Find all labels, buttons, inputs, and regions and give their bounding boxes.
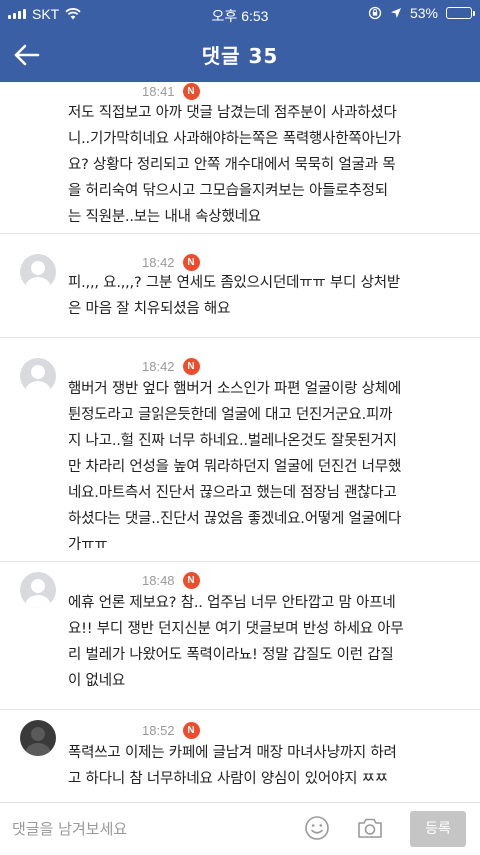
comment-body: 에휴 언론 제보요? 참.. 업주님 너무 안타깝고 맘 아프네 요!! 부디 … [68, 590, 464, 694]
new-badge: N [182, 83, 200, 100]
comment-line: 에휴 언론 제보요? 참.. 업주님 너무 안타깝고 맘 아프네 [68, 595, 396, 611]
comment-meta: 18:48 N [142, 572, 200, 589]
submit-button[interactable]: 등록 [410, 811, 466, 847]
comment-item: 18:42 N 햄버거 쟁반 엎다 햄버거 소스인가 파편 얼굴이랑 상체에 튄… [0, 338, 480, 562]
comment-line: 저도 직접보고 아까 댓글 남겼는데 점주분이 사과하셨다 [68, 105, 397, 121]
comment-body: 햄버거 쟁반 엎다 햄버거 소스인가 파편 얼굴이랑 상체에 튄정도라고 글읽은… [68, 376, 464, 558]
comment-line: 이 없네요 [68, 673, 125, 689]
comment-line: 튄정도라고 글읽은듯한데 얼굴에 대고 던진거군요.피까 [68, 407, 393, 423]
comment-line: 을 허리숙여 닦으시고 그모습을지켜보는 아들로추정되 [68, 183, 388, 199]
comment-list[interactable]: 18:41 N 저도 직접보고 아까 댓글 남겼는데 점주분이 사과하셨다 니.… [0, 82, 480, 802]
new-badge: N [182, 722, 200, 739]
comment-item: 18:42 N 피.,,, 요.,,,? 그분 연세도 좀있으시던데ㅠㅠ 부디 … [0, 234, 480, 338]
avatar[interactable] [20, 720, 56, 756]
page-title: 댓글 35 [201, 44, 279, 68]
comment-line: 만 차라리 언성을 높여 뭐라하던지 얼굴에 던진건 너무했 [68, 459, 402, 475]
new-badge: N [182, 358, 200, 375]
comment-line: 네요.마트측서 진단서 끊으라고 했는데 점장님 괜찮다고 [68, 485, 397, 501]
comment-body: 피.,,, 요.,,,? 그분 연세도 좀있으시던데ㅠㅠ 부디 상처받 은 마음… [68, 270, 464, 322]
avatar[interactable] [20, 572, 56, 608]
comment-line: 하셨다는 댓글..진단서 끊었음 좋겠네요.어떻게 얼굴에다 [68, 511, 402, 527]
comment-line: 고 하다니 참 너무하네요 사람이 양심이 있어야지 ㅉㅉ [68, 771, 388, 787]
comment-input-bar: 댓글을 남겨보세요 등록 [0, 802, 480, 855]
new-badge: N [182, 572, 200, 589]
comment-body: 저도 직접보고 아까 댓글 남겼는데 점주분이 사과하셨다 니..기가막히네요 … [68, 100, 464, 230]
header-bar: 댓글 35 [0, 28, 480, 82]
comment-line: 요!! 부디 쟁반 던지신분 여기 댓글보며 반성 하세요 아무 [68, 621, 404, 637]
comment-line: 리 벌레가 나왔어도 폭력이라뇨! 정말 갑질도 이런 갑질 [68, 647, 394, 663]
rotation-lock-icon [368, 6, 382, 20]
comment-line: 폭력쓰고 이제는 카페에 글남겨 매장 마녀사냥까지 하려 [68, 745, 397, 761]
battery-icon [446, 7, 475, 19]
location-icon [390, 8, 401, 18]
comment-input[interactable]: 댓글을 남겨보세요 [12, 815, 292, 843]
comment-line: 지 나고..헐 진짜 너무 하네요..벌레나온것도 잘못된거지 [68, 433, 397, 449]
comment-line: 햄버거 쟁반 엎다 햄버거 소스인가 파편 얼굴이랑 상체에 [68, 381, 402, 397]
comment-meta: 18:52 N [142, 722, 200, 739]
avatar[interactable] [20, 254, 56, 290]
status-right: 53% [368, 5, 475, 21]
new-badge: N [182, 254, 200, 271]
comment-item: 18:48 N 에휴 언론 제보요? 참.. 업주님 너무 안타깝고 맘 아프네… [0, 562, 480, 710]
comment-item: 18:41 N 저도 직접보고 아까 댓글 남겼는데 점주분이 사과하셨다 니.… [0, 82, 480, 234]
comment-meta: 18:42 N [142, 358, 200, 375]
comment-meta: 18:42 N [142, 254, 200, 271]
comment-time: 18:52 [142, 723, 175, 738]
comment-line: 피.,,, 요.,,,? 그분 연세도 좀있으시던데ㅠㅠ 부디 상처받 [68, 275, 401, 291]
comment-time: 18:42 [142, 359, 175, 374]
comment-time: 18:48 [142, 573, 175, 588]
camera-icon[interactable] [356, 815, 384, 841]
status-bar: SKT 오후 6:53 53% [0, 0, 480, 28]
comment-item: 18:52 N 폭력쓰고 이제는 카페에 글남겨 매장 마녀사냥까지 하려 고 … [0, 710, 480, 802]
comment-time: 18:42 [142, 255, 175, 270]
comment-time: 18:41 [142, 84, 175, 99]
comment-body: 폭력쓰고 이제는 카페에 글남겨 매장 마녀사냥까지 하려 고 하다니 참 너무… [68, 740, 464, 792]
comment-line: 가ㅠㅠ [68, 537, 108, 553]
emoji-icon[interactable] [304, 815, 330, 841]
avatar[interactable] [20, 358, 56, 394]
comment-line: 은 마음 잘 치유되셨음 해요 [68, 301, 231, 317]
battery-percent: 53% [409, 5, 438, 21]
comment-line: 니..기가막히네요 사과해야하는쪽은 폭력행사한쪽아닌가 [68, 131, 401, 147]
comment-line: 는 직원분..보는 내내 속상했네요 [68, 209, 261, 225]
comment-meta: 18:41 N [142, 83, 200, 100]
comment-line: 요? 상황다 정리되고 안쪽 개수대에서 묵묵히 얼굴과 목 [68, 157, 396, 173]
